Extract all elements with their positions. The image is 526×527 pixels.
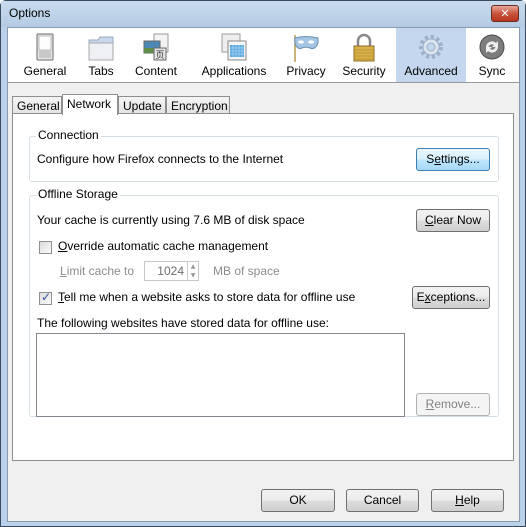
sync-icon: [479, 34, 505, 60]
pane-label: Privacy: [286, 64, 326, 78]
cache-size-spinner[interactable]: 1024 ▲ ▼: [144, 261, 199, 281]
offline-storage-group-label: Offline Storage: [36, 187, 120, 201]
network-panel: Connection Configure how Firefox connect…: [12, 113, 514, 461]
gear-icon: [419, 35, 443, 59]
pane-label: Advanced: [404, 64, 458, 78]
tab-encryption[interactable]: Encryption: [166, 96, 230, 114]
switch-icon: [36, 33, 54, 61]
tab-update[interactable]: Update: [118, 96, 166, 114]
spin-up-icon[interactable]: ▲: [187, 262, 198, 271]
folder-tab-icon: [88, 36, 114, 61]
window-title: Options: [9, 6, 51, 20]
pane-toolbar: General Tabs 页 Content Applications Priv…: [8, 28, 519, 83]
tell-me-label[interactable]: Tell me when a website asks to store dat…: [58, 290, 355, 304]
svg-text:页: 页: [155, 50, 164, 60]
pane-sync[interactable]: Sync: [466, 28, 518, 82]
pane-tabs[interactable]: Tabs: [76, 28, 126, 82]
offline-storage-group: Offline Storage Your cache is currently …: [29, 187, 499, 417]
pane-label: General: [23, 64, 67, 78]
connection-settings-button[interactable]: Settings...: [416, 148, 490, 171]
exceptions-button[interactable]: Exceptions...: [412, 286, 490, 309]
options-dialog: Options ✕ General Tabs 页 Content Applica…: [0, 0, 526, 527]
title-bar[interactable]: Options ✕: [1, 1, 525, 27]
pane-label: Security: [342, 64, 386, 78]
pane-security[interactable]: Security: [336, 28, 392, 82]
pane-applications[interactable]: Applications: [194, 28, 274, 82]
remove-button[interactable]: Remove...: [416, 393, 490, 416]
applications-icon: [221, 33, 247, 61]
pane-label: Content: [134, 64, 178, 78]
padlock-icon: [353, 33, 375, 62]
cache-size-value: 1024: [157, 264, 184, 278]
spin-down-icon[interactable]: ▼: [187, 271, 198, 280]
help-button[interactable]: Help: [431, 489, 504, 512]
tell-me-checkbox[interactable]: [39, 290, 52, 305]
override-cache-label[interactable]: Override automatic cache management: [58, 239, 268, 253]
limit-cache-label: Limit cache to: [60, 264, 135, 278]
limit-cache-unit: MB of space: [213, 264, 280, 278]
override-cache-checkbox[interactable]: [39, 241, 52, 254]
close-button[interactable]: ✕: [491, 5, 519, 22]
mask-icon: [294, 35, 319, 62]
connection-description: Configure how Firefox connects to the In…: [37, 152, 284, 166]
pane-advanced[interactable]: Advanced: [396, 28, 466, 82]
stored-sites-list[interactable]: [36, 333, 405, 417]
tab-network[interactable]: Network: [62, 94, 118, 115]
pane-label: Applications: [201, 64, 267, 78]
tab-general[interactable]: General: [12, 96, 62, 114]
stored-sites-label: The following websites have stored data …: [37, 316, 329, 330]
cancel-button[interactable]: Cancel: [346, 489, 419, 512]
ok-button[interactable]: OK: [261, 489, 335, 512]
pane-content[interactable]: 页 Content: [126, 28, 186, 82]
content-icon: 页: [143, 33, 169, 61]
connection-group-label: Connection: [36, 128, 101, 142]
pane-privacy[interactable]: Privacy: [280, 28, 332, 82]
connection-group: Connection Configure how Firefox connect…: [29, 128, 499, 182]
pane-general[interactable]: General: [14, 28, 76, 82]
pane-label: Tabs: [88, 64, 114, 78]
cache-usage-text: Your cache is currently using 7.6 MB of …: [37, 213, 305, 227]
clear-now-button[interactable]: Clear Now: [416, 209, 490, 232]
dialog-client: General Tabs 页 Content Applications Priv…: [7, 27, 520, 522]
pane-label: Sync: [478, 64, 506, 78]
